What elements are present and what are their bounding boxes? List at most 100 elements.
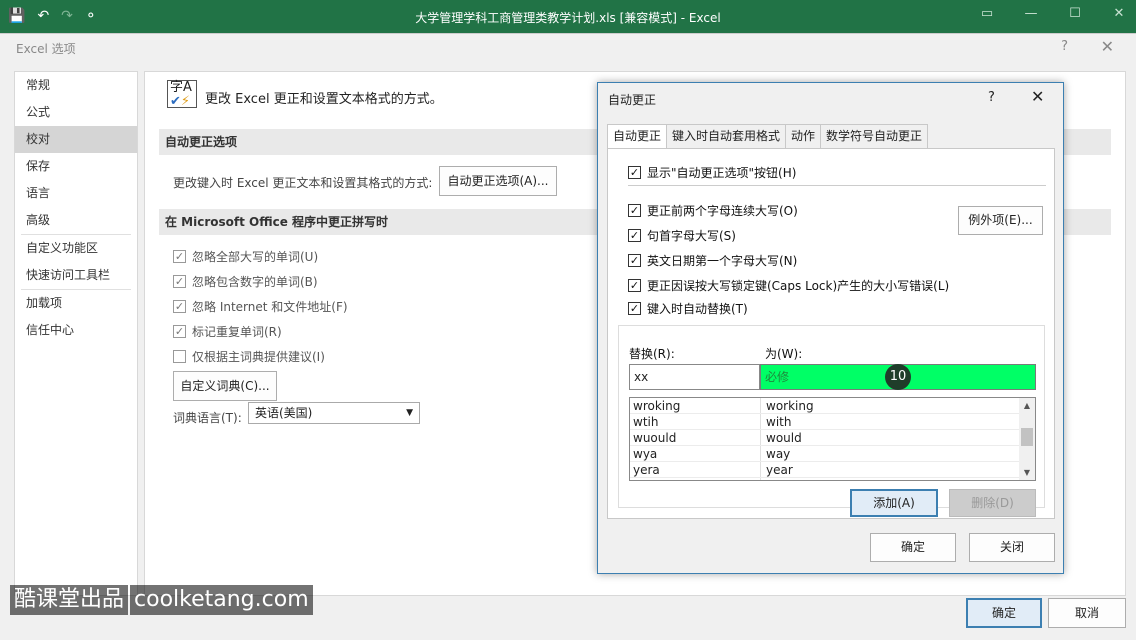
with-label: 为(W):	[765, 347, 803, 361]
option-main-dictionary-only[interactable]: 仅根据主词典提供建议(I)	[173, 348, 325, 365]
option-label: 忽略 Internet 和文件地址(F)	[192, 300, 348, 314]
option-ignore-internet[interactable]: ✓ 忽略 Internet 和文件地址(F)	[173, 298, 348, 315]
option-label: 英文日期第一个字母大写(N)	[647, 254, 798, 268]
option-replace-as-you-type[interactable]: ✓ 键入时自动替换(T)	[628, 300, 748, 317]
replace-group: 替换(R): 为(W): xx 必修 10 wroking working wti…	[618, 325, 1045, 517]
replace-label: 替换(R):	[629, 347, 675, 361]
checkbox-icon[interactable]: ✓	[628, 279, 641, 292]
nav-item-add-ins[interactable]: 加载项	[15, 290, 137, 317]
nav-item-advanced[interactable]: 高级	[15, 207, 137, 234]
nav-item-quick-access-toolbar[interactable]: 快速访问工具栏	[15, 262, 137, 289]
list-item[interactable]: wroking working	[630, 398, 1035, 414]
replace-input[interactable]: xx	[629, 364, 760, 390]
proofing-header: 更改 Excel 更正和设置文本格式的方式。	[205, 92, 443, 107]
step-marker-badge: 10	[885, 364, 911, 390]
checkbox-icon[interactable]: ✓	[628, 204, 641, 217]
scroll-up-icon[interactable]: ▲	[1019, 401, 1035, 410]
help-icon[interactable]: ?	[988, 90, 995, 105]
option-label: 显示"自动更正选项"按钮(H)	[647, 166, 797, 180]
watermark: 酷课堂出品 coolketang.com	[10, 584, 313, 616]
option-caps-lock-correction[interactable]: ✓ 更正因误按大写锁定键(Caps Lock)产生的大小写错误(L)	[628, 277, 949, 294]
option-label: 忽略全部大写的单词(U)	[192, 250, 319, 264]
option-capitalize-day-names[interactable]: ✓ 英文日期第一个字母大写(N)	[628, 252, 797, 269]
divider	[628, 185, 1046, 186]
excel-titlebar: 💾 ↶ ↷ ⚬ 大学管理学科工商管理类教学计划.xls [兼容模式] - Exc…	[0, 0, 1136, 33]
nav-item-language[interactable]: 语言	[15, 180, 137, 207]
help-icon[interactable]: ?	[1061, 39, 1068, 54]
option-capitalize-sentences[interactable]: ✓ 句首字母大写(S)	[628, 227, 736, 244]
list-item-to: with	[766, 415, 792, 429]
autocorrect-dialog-title: 自动更正	[608, 93, 657, 107]
list-item[interactable]: wtih with	[630, 414, 1035, 430]
checkbox-icon[interactable]: ✓	[628, 229, 641, 242]
ribbon-display-icon[interactable]: ▭	[978, 6, 996, 21]
replacement-list[interactable]: wroking working wtih with wuould would wya w…	[629, 397, 1036, 481]
autocorrect-dialog: 自动更正 ? ✕ 自动更正 键入时自动套用格式 动作 数学符号自动更正 ✓ 显示…	[597, 82, 1064, 574]
list-item-from: wtih	[633, 415, 659, 429]
close-window-icon[interactable]: ✕	[1110, 6, 1128, 21]
option-flag-repeated[interactable]: ✓ 标记重复单词(R)	[173, 323, 282, 340]
nav-item-save[interactable]: 保存	[15, 153, 137, 180]
list-item-to: would	[766, 431, 802, 445]
tab-math-autocorrect[interactable]: 数学符号自动更正	[820, 124, 929, 148]
maximize-icon[interactable]: ☐	[1066, 6, 1084, 21]
checkbox-icon[interactable]: ✓	[173, 325, 186, 338]
exceptions-button[interactable]: 例外项(E)...	[958, 206, 1043, 235]
add-button[interactable]: 添加(A)	[850, 489, 938, 517]
nav-item-proofing[interactable]: 校对	[15, 126, 137, 153]
list-item[interactable]: wya way	[630, 446, 1035, 462]
custom-dictionaries-button[interactable]: 自定义词典(C)...	[173, 371, 277, 401]
tab-autocorrect[interactable]: 自动更正	[607, 124, 668, 149]
option-ignore-numbers[interactable]: ✓ 忽略包含数字的单词(B)	[173, 273, 318, 290]
dictionary-language-select[interactable]: 英语(美国) ▼	[248, 402, 420, 424]
checkbox-icon[interactable]: ✓	[628, 254, 641, 267]
option-label: 更正因误按大写锁定键(Caps Lock)产生的大小写错误(L)	[647, 279, 950, 293]
scroll-thumb[interactable]	[1021, 428, 1033, 446]
checkbox-icon[interactable]	[173, 350, 186, 363]
options-cancel-button[interactable]: 取消	[1048, 598, 1126, 628]
list-item-to: year	[766, 463, 793, 477]
checkbox-icon[interactable]: ✓	[628, 166, 641, 179]
nav-item-formulas[interactable]: 公式	[15, 99, 137, 126]
tab-actions[interactable]: 动作	[785, 124, 822, 148]
dictionary-language-value: 英语(美国)	[255, 406, 313, 420]
checkbox-icon[interactable]: ✓	[173, 250, 186, 263]
autocorrect-description: 更改键入时 Excel 更正文本和设置其格式的方式:	[173, 176, 433, 190]
list-scrollbar[interactable]: ▲ ▼	[1019, 398, 1035, 480]
checkbox-icon[interactable]: ✓	[173, 300, 186, 313]
option-label: 仅根据主词典提供建议(I)	[192, 350, 325, 364]
minimize-icon[interactable]: —	[1022, 6, 1040, 21]
list-item-from: yera	[633, 463, 660, 477]
option-ignore-uppercase[interactable]: ✓ 忽略全部大写的单词(U)	[173, 248, 318, 265]
autocorrect-panel: ✓ 显示"自动更正选项"按钮(H) ✓ 更正前两个字母连续大写(O) ✓ 句首字…	[607, 148, 1055, 519]
list-item[interactable]: yera year	[630, 462, 1035, 478]
options-ok-button[interactable]: 确定	[966, 598, 1042, 628]
scroll-down-icon[interactable]: ▼	[1019, 468, 1035, 477]
option-label: 键入时自动替换(T)	[647, 302, 748, 316]
autocorrect-options-button[interactable]: 自动更正选项(A)...	[439, 166, 557, 196]
watermark-url: coolketang.com	[130, 585, 313, 615]
nav-item-general[interactable]: 常规	[15, 72, 137, 99]
tab-autoformat-as-you-type[interactable]: 键入时自动套用格式	[666, 124, 787, 148]
option-label: 句首字母大写(S)	[647, 229, 736, 243]
autocorrect-tabs: 自动更正 键入时自动套用格式 动作 数学符号自动更正	[607, 124, 929, 149]
checkbox-icon[interactable]: ✓	[628, 302, 641, 315]
list-item-from: wuould	[633, 431, 677, 445]
option-show-autocorrect-button[interactable]: ✓ 显示"自动更正选项"按钮(H)	[628, 164, 796, 181]
delete-button[interactable]: 删除(D)	[949, 489, 1036, 517]
option-two-initial-capitals[interactable]: ✓ 更正前两个字母连续大写(O)	[628, 202, 798, 219]
autocorrect-ok-button[interactable]: 确定	[870, 533, 956, 562]
close-icon[interactable]: ✕	[1101, 37, 1114, 56]
list-item[interactable]: wuould would	[630, 430, 1035, 446]
checkbox-icon[interactable]: ✓	[173, 275, 186, 288]
window-title: 大学管理学科工商管理类教学计划.xls [兼容模式] - Excel	[415, 11, 721, 25]
close-icon[interactable]: ✕	[1031, 87, 1044, 106]
options-dialog-title: Excel 选项	[16, 42, 76, 56]
autocorrect-close-button[interactable]: 关闭	[969, 533, 1055, 562]
dictionary-language-label: 词典语言(T):	[173, 411, 242, 425]
list-item-from: wroking	[633, 399, 681, 413]
nav-item-customize-ribbon[interactable]: 自定义功能区	[15, 235, 137, 262]
list-item-from: wya	[633, 447, 658, 461]
option-label: 忽略包含数字的单词(B)	[192, 275, 318, 289]
nav-item-trust-center[interactable]: 信任中心	[15, 317, 137, 344]
